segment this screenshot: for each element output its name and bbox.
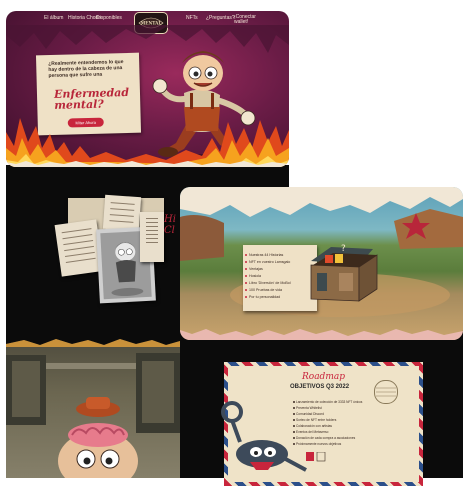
hero-panel: El álbum Historia Chorlo Disponibles NFT… bbox=[6, 11, 289, 167]
svg-text:?: ? bbox=[341, 244, 346, 254]
list-item: Por tu personalidad bbox=[244, 295, 281, 299]
letters-collage: Hi Cl bbox=[52, 192, 182, 304]
hero-headline: Enfermedad mental? bbox=[53, 85, 130, 112]
list-item: 100 Pruebas de vida bbox=[245, 288, 282, 292]
treasure-chest-panel: Nuestras 44 Historias NFT en vuestro Lam… bbox=[180, 187, 463, 340]
text-note bbox=[140, 212, 164, 262]
torn-paper-edge bbox=[6, 335, 180, 347]
list-item: Ventajas bbox=[245, 267, 263, 271]
room-scene-panel bbox=[6, 335, 180, 478]
nav-item-album[interactable]: El álbum bbox=[44, 15, 63, 21]
nav-item-questions[interactable]: ¿Preguntas? bbox=[206, 15, 235, 21]
treasure-chest-illustration: ? bbox=[310, 244, 378, 302]
list-item: Libro 'Diversión' de MoBol bbox=[245, 281, 291, 285]
torn-paper-edge bbox=[6, 161, 289, 167]
roadmap-subtitle: OBJETIVOS Q3 2022 bbox=[290, 384, 350, 390]
list-item: Nuestras 44 Historias bbox=[244, 253, 284, 257]
list-item: Hosiola bbox=[245, 274, 261, 278]
room-scene-illustration bbox=[6, 353, 180, 478]
connect-wallet-button[interactable]: ¡Conectar wallet! bbox=[234, 15, 264, 25]
list-item: NFT en vuestro Lamsgalo bbox=[244, 260, 291, 264]
torn-paper-edge bbox=[180, 329, 463, 340]
hero-question: ¿Realmente entendemos lo que hay dentro … bbox=[48, 59, 124, 80]
handwritten-letter-2 bbox=[102, 194, 142, 232]
stamp-icons bbox=[306, 452, 326, 462]
robot-character-illustration bbox=[221, 401, 307, 472]
nav-item-available[interactable]: Disponibles bbox=[96, 15, 122, 21]
nav-item-nfts[interactable]: NFTs bbox=[186, 15, 198, 21]
roadmap-title: Roadmap bbox=[302, 372, 345, 382]
postmark-lines-icon bbox=[376, 387, 396, 397]
